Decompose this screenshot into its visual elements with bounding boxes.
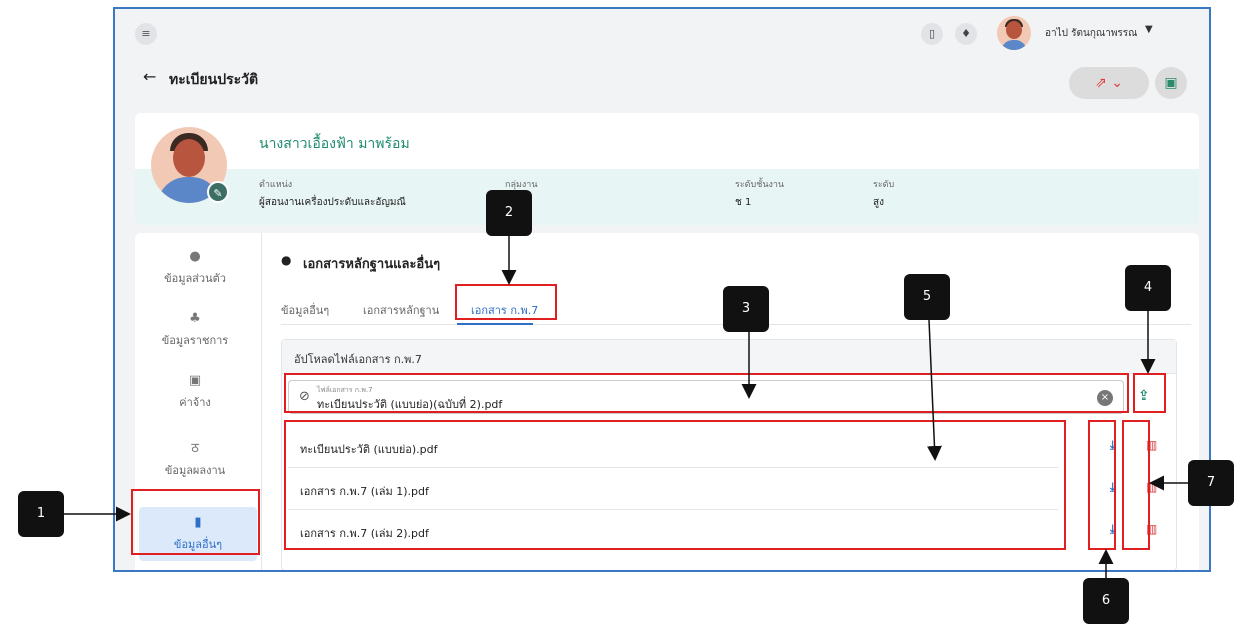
annotation-arrows [64, 236, 1188, 578]
